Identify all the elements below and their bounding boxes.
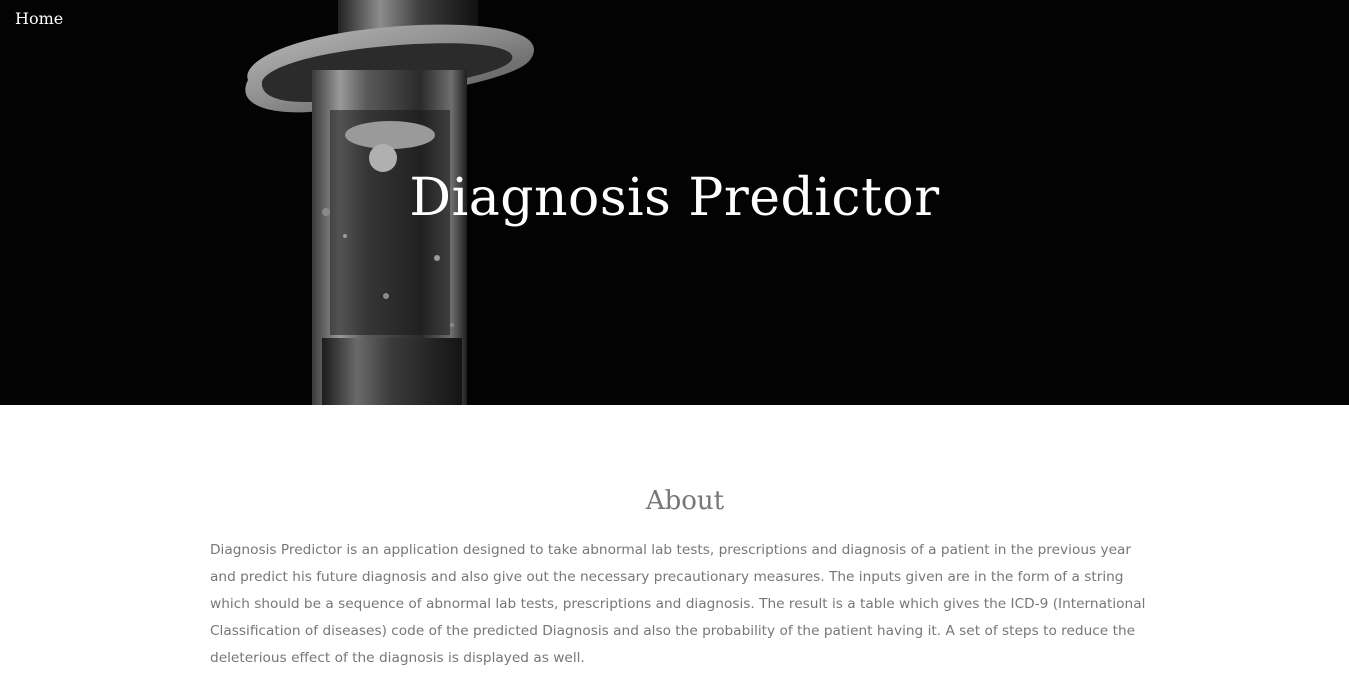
about-section: About Diagnosis Predictor is an applicat… bbox=[189, 405, 1160, 672]
home-link[interactable]: Home bbox=[15, 8, 63, 30]
page-title: Diagnosis Predictor bbox=[409, 168, 940, 228]
about-description: Diagnosis Predictor is an application de… bbox=[210, 542, 1146, 666]
hero-header: Home Diagnosis Predictor bbox=[0, 0, 1349, 405]
about-heading: About bbox=[645, 486, 725, 516]
